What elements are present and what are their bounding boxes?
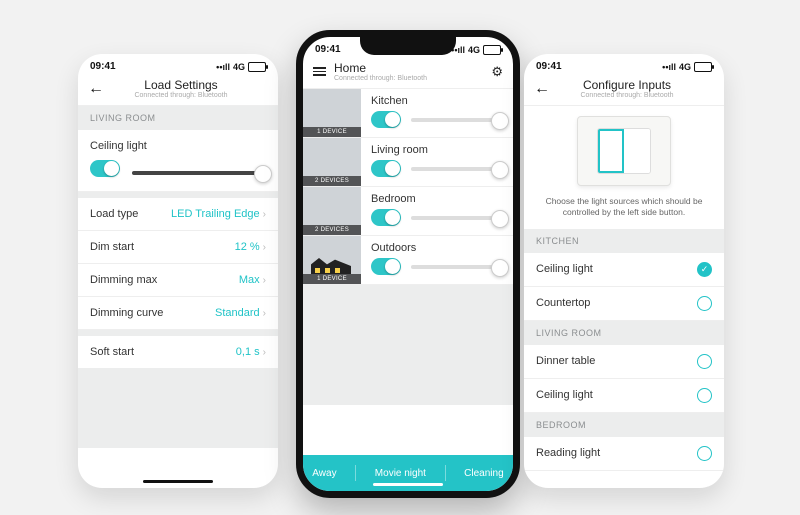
chevron-right-icon: ›	[263, 275, 266, 286]
section-header-bedroom: BEDROOM	[524, 413, 724, 437]
switch-pad-left[interactable]	[598, 129, 624, 173]
page-title: Configure Inputs	[556, 78, 698, 92]
gear-icon[interactable]: ⚙	[491, 64, 503, 80]
radio-icon	[697, 296, 712, 311]
status-time: 09:41	[315, 44, 341, 55]
room-toggle[interactable]	[371, 209, 401, 226]
status-time: 09:41	[536, 61, 562, 72]
radio-icon	[697, 354, 712, 369]
page-subtitle: Connected through: Bluetooth	[334, 75, 491, 82]
battery-icon	[483, 45, 501, 55]
section-header-kitchen: KITCHEN	[524, 229, 724, 253]
page-subtitle: Connected through: Bluetooth	[556, 92, 698, 99]
phone-home: 09:41 ••ıll 4G Home Connected through: B…	[296, 30, 520, 498]
radio-icon	[697, 446, 712, 461]
page-title: Load Settings	[110, 78, 252, 92]
brightness-slider[interactable]	[132, 171, 266, 175]
phone-configure-inputs: 09:41 ••ıll 4G ← Configure Inputs Connec…	[524, 54, 724, 488]
page-subtitle: Connected through: Bluetooth	[110, 92, 252, 99]
signal-icon: ••ıll	[662, 62, 676, 72]
room-slider[interactable]	[411, 118, 503, 122]
option-bedroom-reading[interactable]: Reading light	[524, 437, 724, 471]
signal-icon: ••ıll	[216, 62, 230, 72]
option-kitchen-ceiling[interactable]: Ceiling light✓	[524, 253, 724, 287]
back-icon[interactable]: ←	[88, 80, 104, 98]
switch-illustration	[577, 116, 671, 186]
scene-cleaning[interactable]: Cleaning	[464, 468, 503, 479]
room-slider[interactable]	[411, 167, 503, 171]
chevron-right-icon: ›	[263, 242, 266, 253]
menu-icon[interactable]	[313, 67, 326, 76]
chevron-right-icon: ›	[263, 347, 266, 358]
scene-away[interactable]: Away	[312, 468, 336, 479]
header: ← Configure Inputs Connected through: Bl…	[524, 74, 724, 106]
row-dim-start[interactable]: Dim start12 %›	[78, 231, 278, 264]
room-thumbnail: 2 DEVICES	[303, 138, 361, 186]
home-indicator[interactable]	[143, 480, 213, 483]
network-label: 4G	[233, 62, 245, 72]
room-outdoors[interactable]: 1 DEVICE Outdoors	[303, 236, 513, 285]
room-toggle[interactable]	[371, 258, 401, 275]
device-name: Ceiling light	[90, 140, 266, 152]
header: Home Connected through: Bluetooth ⚙	[303, 57, 513, 89]
scene-movie-night[interactable]: Movie night	[375, 468, 426, 479]
room-thumbnail: 1 DEVICE	[303, 236, 361, 284]
option-kitchen-countertop[interactable]: Countertop	[524, 287, 724, 321]
battery-icon	[694, 62, 712, 72]
row-dimming-curve[interactable]: Dimming curveStandard›	[78, 297, 278, 330]
option-living-ceiling[interactable]: Ceiling light	[524, 379, 724, 413]
row-soft-start[interactable]: Soft start0,1 s›	[78, 336, 278, 368]
check-icon: ✓	[697, 262, 712, 277]
room-toggle[interactable]	[371, 160, 401, 177]
room-slider[interactable]	[411, 265, 503, 269]
room-slider[interactable]	[411, 216, 503, 220]
room-thumbnail: 2 DEVICES	[303, 187, 361, 235]
switch-pad-right[interactable]	[624, 129, 650, 173]
option-living-dinner[interactable]: Dinner table	[524, 345, 724, 379]
row-dimming-max[interactable]: Dimming maxMax›	[78, 264, 278, 297]
device-toggle[interactable]	[90, 160, 120, 177]
status-time: 09:41	[90, 61, 116, 72]
section-header-living-room: LIVING ROOM	[524, 321, 724, 345]
status-bar: 09:41 ••ıll 4G	[78, 54, 278, 74]
room-toggle[interactable]	[371, 111, 401, 128]
chevron-right-icon: ›	[263, 209, 266, 220]
back-icon[interactable]: ←	[534, 80, 550, 98]
section-header-living-room: LIVING ROOM	[78, 106, 278, 130]
room-thumbnail: 1 DEVICE	[303, 89, 361, 137]
row-load-type[interactable]: Load typeLED Trailing Edge›	[78, 198, 278, 231]
phone-load-settings: 09:41 ••ıll 4G ← Load Settings Connected…	[78, 54, 278, 488]
device-notch	[360, 35, 456, 55]
header: ← Load Settings Connected through: Bluet…	[78, 74, 278, 106]
instruction-text: Choose the light sources which should be…	[524, 196, 724, 229]
page-title: Home	[334, 61, 491, 75]
battery-icon	[248, 62, 266, 72]
room-bedroom[interactable]: 2 DEVICES Bedroom	[303, 187, 513, 236]
room-kitchen[interactable]: 1 DEVICE Kitchen	[303, 89, 513, 138]
chevron-right-icon: ›	[263, 308, 266, 319]
room-living-room[interactable]: 2 DEVICES Living room	[303, 138, 513, 187]
status-bar: 09:41 ••ıll 4G	[524, 54, 724, 74]
home-indicator[interactable]	[373, 483, 443, 486]
radio-icon	[697, 388, 712, 403]
